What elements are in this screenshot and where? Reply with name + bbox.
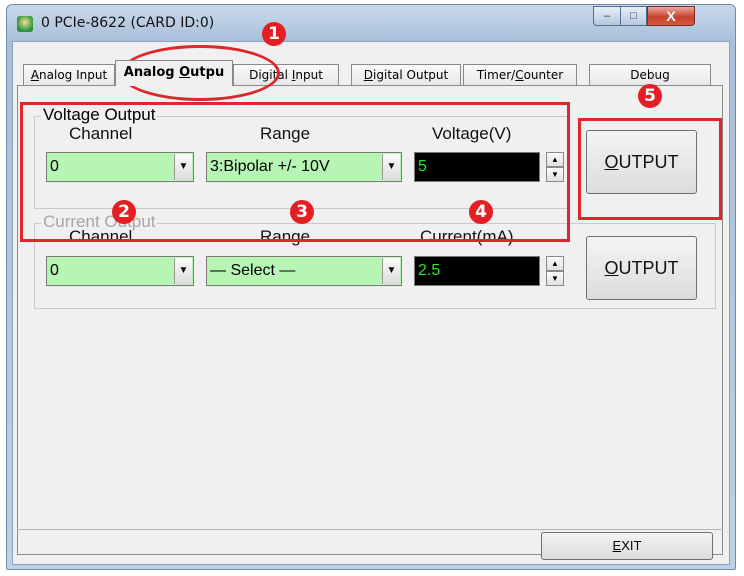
app-icon	[17, 16, 33, 32]
spin-down-icon[interactable]: ▼	[546, 271, 564, 286]
tab-digital-output[interactable]: Digital Output	[351, 64, 461, 85]
chevron-down-icon[interactable]: ▼	[174, 258, 192, 284]
maximize-button[interactable]: □	[620, 6, 647, 26]
annotation-marker-3: 3	[290, 200, 314, 224]
exit-button[interactable]: EXIT	[541, 532, 713, 560]
title-bar[interactable]: 0 PCIe-8622 (CARD ID:0) – □ X	[7, 5, 735, 41]
app-window: 0 PCIe-8622 (CARD ID:0) – □ X Analog Inp…	[6, 4, 736, 570]
tab-analog-output[interactable]: Analog Outpu	[115, 60, 233, 86]
current-output-button[interactable]: OUTPUT	[586, 236, 697, 300]
tab-timer-counter[interactable]: Timer/Counter	[463, 64, 577, 85]
current-spinner[interactable]: ▲ ▼	[546, 256, 564, 286]
annotation-marker-5: 5	[638, 84, 662, 108]
tab-debug[interactable]: Debug	[589, 64, 711, 85]
tab-strip: Analog Input Analog Outpu Digital Input …	[17, 60, 727, 86]
chevron-down-icon[interactable]: ▼	[382, 258, 400, 284]
current-range-select[interactable]: — Select — ▼	[206, 256, 402, 286]
annotation-marker-4: 4	[469, 200, 493, 224]
status-divider	[17, 529, 723, 530]
window-title: 0 PCIe-8622 (CARD ID:0)	[41, 15, 215, 31]
current-value-field[interactable]: 2.5	[414, 256, 540, 286]
current-channel-select[interactable]: 0 ▼	[46, 256, 194, 286]
spin-up-icon[interactable]: ▲	[546, 256, 564, 271]
minimize-button[interactable]: –	[593, 6, 621, 26]
tab-analog-input[interactable]: Analog Input	[23, 64, 115, 85]
annotation-box-output	[578, 118, 722, 220]
close-button[interactable]: X	[647, 6, 695, 26]
annotation-marker-2: 2	[112, 200, 136, 224]
annotation-marker-1: 1	[262, 22, 286, 46]
